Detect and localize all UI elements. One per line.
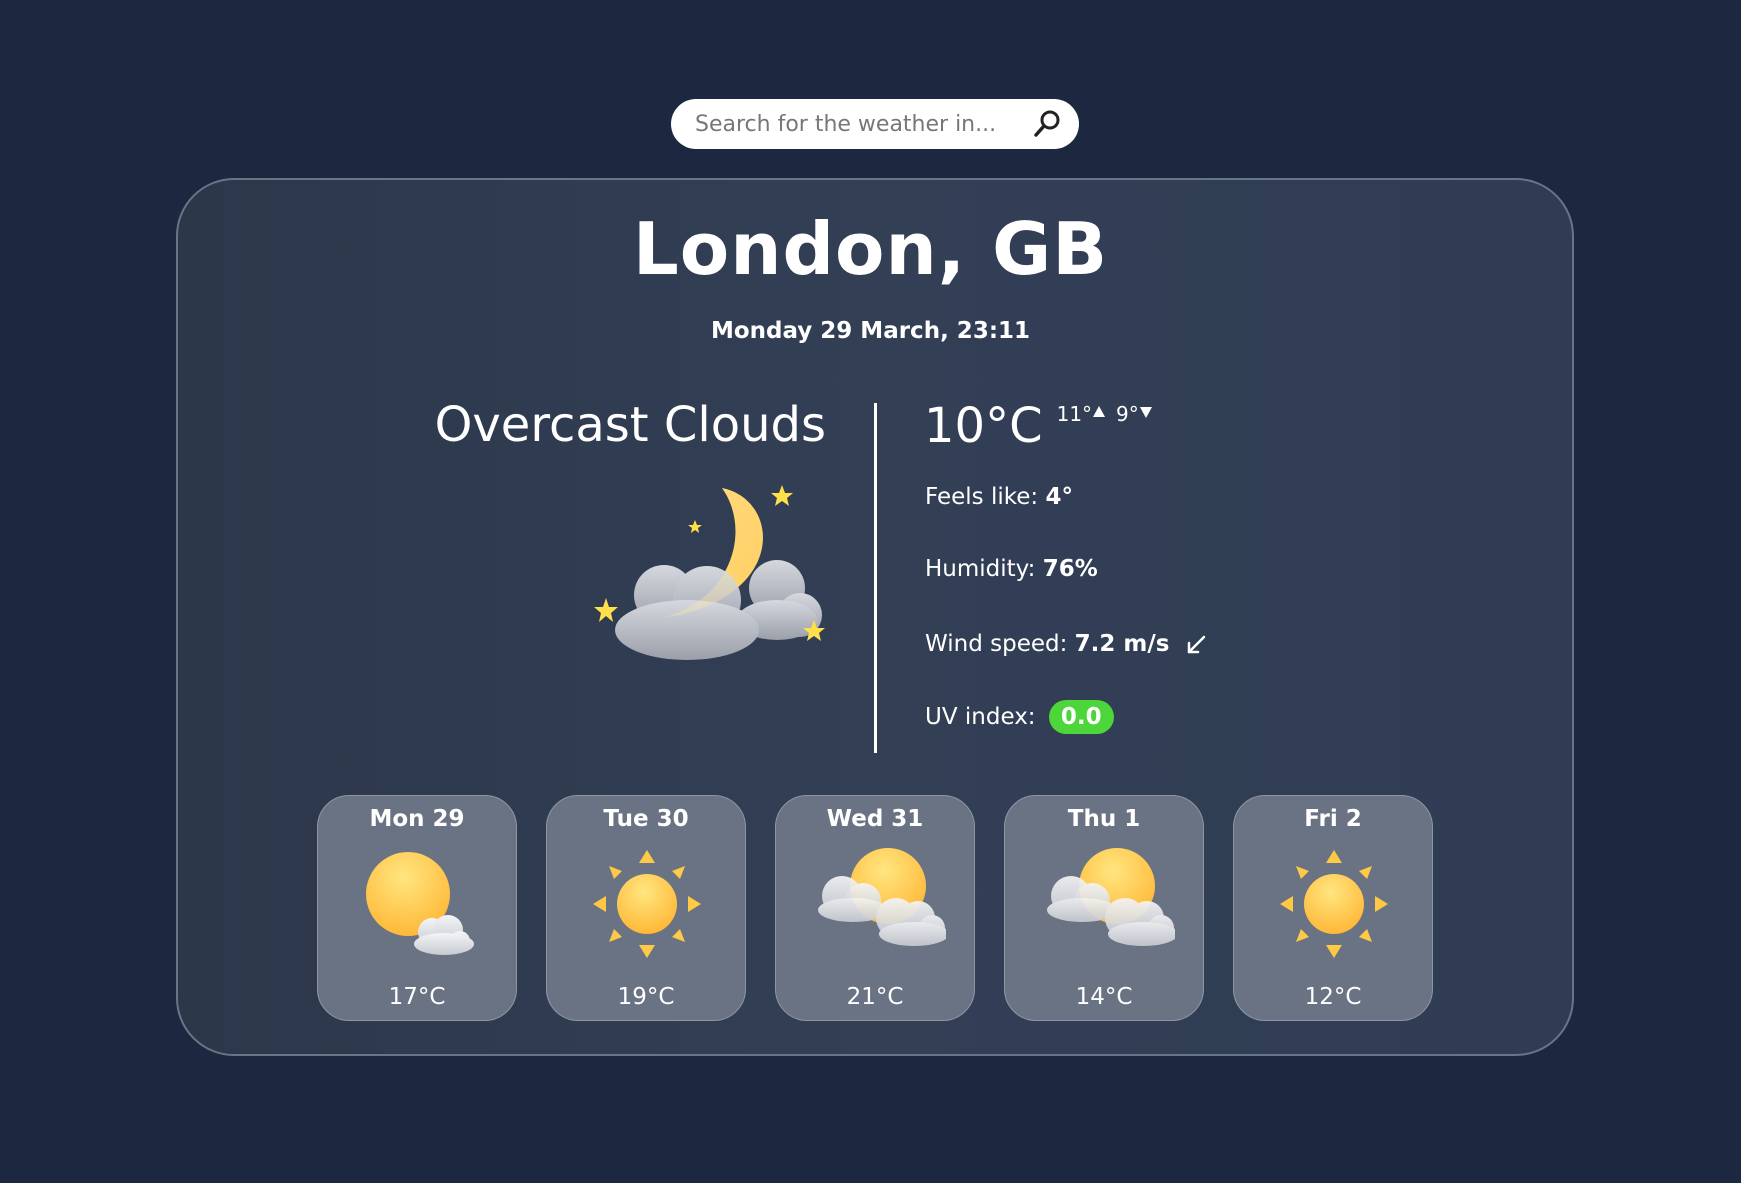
sun-clouds-icon: [818, 848, 946, 946]
wind-label: Wind speed:: [925, 631, 1068, 657]
forecast-day: Mon 29: [369, 806, 465, 832]
arrow-up-icon: [1093, 406, 1106, 417]
forecast-card[interactable]: Tue 30 19°C: [546, 795, 746, 1021]
wind-direction-arrow-icon: [1187, 635, 1206, 653]
high-value: 11°: [1056, 402, 1093, 426]
location-title: London, GB: [632, 207, 1109, 291]
uv-badge: 0.0: [1048, 700, 1114, 734]
humidity: Humidity: 76%: [925, 556, 1098, 582]
sun-icon: [593, 850, 701, 958]
sun-clouds-icon: [1047, 848, 1175, 946]
sun-icon: [1280, 850, 1388, 958]
high-temp: 11°: [1057, 402, 1106, 426]
search-input[interactable]: [695, 111, 1015, 137]
forecast-card[interactable]: Thu 1 14°C: [1004, 795, 1204, 1021]
sun-small-cloud-icon: [366, 852, 474, 955]
current-temperature: 10°C: [924, 398, 1043, 454]
forecast-temp: 19°C: [617, 984, 675, 1010]
wind-value: 7.2 m/s: [1074, 631, 1170, 657]
wind-speed: Wind speed: 7.2 m/s: [925, 631, 1207, 657]
moon-cloud-stars-icon: [594, 485, 825, 660]
uv-index: UV index: 0.0: [925, 700, 1114, 734]
temperature-row: 10°C 11° 9°: [924, 398, 1153, 454]
arrow-down-icon: [1139, 407, 1152, 418]
weather-condition: Overcast Clouds: [434, 397, 826, 453]
forecast-day: Tue 30: [603, 806, 689, 832]
search-bar[interactable]: [671, 99, 1079, 149]
divider: [874, 403, 877, 753]
low-temp: 9°: [1116, 402, 1153, 426]
forecast-card[interactable]: Mon 29 17°C: [317, 795, 517, 1021]
high-low: 11° 9°: [1057, 402, 1153, 426]
forecast-day: Wed 31: [826, 806, 924, 832]
forecast-day: Thu 1: [1067, 806, 1141, 832]
forecast-temp: 17°C: [388, 984, 446, 1010]
date-time: Monday 29 March, 23:11: [710, 318, 1031, 344]
forecast-temp: 21°C: [846, 984, 904, 1010]
forecast-card[interactable]: Fri 2 12°C: [1233, 795, 1433, 1021]
forecast-card[interactable]: Wed 31 21°C: [775, 795, 975, 1021]
humidity-label: Humidity:: [925, 556, 1036, 582]
search-icon[interactable]: [1031, 108, 1063, 140]
low-value: 9°: [1116, 402, 1139, 426]
feels-like: Feels like: 4°: [925, 484, 1073, 510]
uv-label: UV index:: [925, 704, 1036, 730]
humidity-value: 76%: [1042, 556, 1098, 582]
forecast-temp: 12°C: [1304, 984, 1362, 1010]
feels-like-value: 4°: [1045, 484, 1073, 510]
feels-like-label: Feels like:: [925, 484, 1039, 510]
forecast-day: Fri 2: [1304, 806, 1362, 832]
forecast-temp: 14°C: [1075, 984, 1133, 1010]
